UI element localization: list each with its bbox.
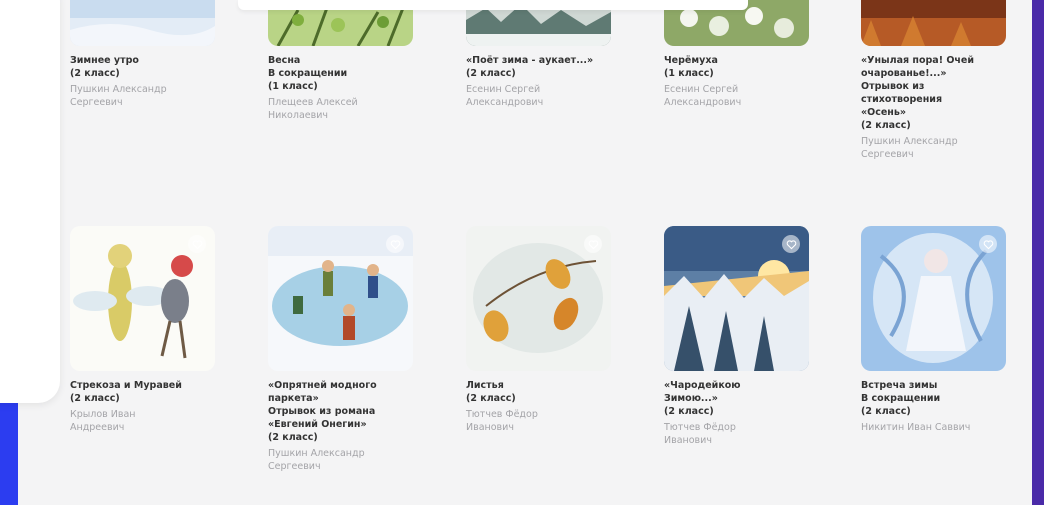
book-card-bird-cherry[interactable]: Черёмуха (1 класс) Есенин Сергей Алексан… [664,0,814,109]
book-title[interactable]: Весна В сокращении (1 класс) [268,54,418,93]
book-cover[interactable] [664,226,809,371]
book-title[interactable]: «Поёт зима - аукает...» (2 класс) [466,54,616,80]
book-title[interactable]: Стрекоза и Муравей (2 класс) [70,379,220,405]
overlay-panel [0,0,60,403]
book-card-leaves[interactable]: Листья (2 класс) Тютчев Фёдор Иванович [466,226,616,434]
book-author: Тютчев Фёдор Иванович [466,409,538,433]
book-author: Крылов Иван Андреевич [70,409,136,433]
favorite-heart-icon[interactable] [979,235,997,253]
book-title[interactable]: «Унылая пора! Очей очарованье!...» Отрыв… [861,54,1011,132]
book-author: Никитин Иван Саввич [861,422,971,433]
book-title[interactable]: Черёмуха (1 класс) [664,54,814,80]
book-cover[interactable] [70,0,215,46]
book-author: Пушкин Александр Сергеевич [70,84,167,108]
book-title[interactable]: «Чародейкою Зимою...» (2 класс) [664,379,814,418]
book-card-enchantress-winter[interactable]: «Чародейкою Зимою...» (2 класс) Тютчев Ф… [664,226,814,447]
overlay-top-panel [238,0,748,10]
book-cover[interactable] [466,226,611,371]
book-card-spring[interactable]: Весна В сокращении (1 класс) Плещеев Але… [268,0,418,122]
book-author: Тютчев Фёдор Иванович [664,422,736,446]
decorative-blue-block [0,398,20,505]
book-cover[interactable] [861,0,1006,46]
book-author: Есенин Сергей Александрович [664,84,742,108]
book-card-autumn[interactable]: «Унылая пора! Очей очарованье!...» Отрыв… [861,0,1011,161]
book-cover[interactable] [861,226,1006,371]
book-title[interactable]: Листья (2 класс) [466,379,616,405]
book-title[interactable]: Встреча зимы В сокращении (2 класс) [861,379,1011,418]
book-title[interactable]: «Опрятней модного паркета» Отрывок из ро… [268,379,418,444]
favorite-heart-icon[interactable] [782,235,800,253]
book-author: Пушкин Александр Сергеевич [268,448,365,472]
book-catalog-grid: Зимнее утро (2 класс) Пушкин Александр С… [18,0,1032,505]
decorative-purple-strip [1032,0,1044,505]
book-card-winter-morning[interactable]: Зимнее утро (2 класс) Пушкин Александр С… [70,0,220,109]
favorite-heart-icon[interactable] [386,235,404,253]
book-card-winter-sings[interactable]: «Поёт зима - аукает...» (2 класс) Есенин… [466,0,616,109]
book-author: Пушкин Александр Сергеевич [861,136,958,160]
book-author: Плещеев Алексей Николаевич [268,97,358,121]
book-cover[interactable] [70,226,215,371]
book-card-dragonfly-ant[interactable]: Стрекоза и Муравей (2 класс) Крылов Иван… [70,226,220,434]
favorite-heart-icon[interactable] [584,235,602,253]
book-cover[interactable] [268,226,413,371]
book-title[interactable]: Зимнее утро (2 класс) [70,54,220,80]
book-card-winter-meeting[interactable]: Встреча зимы В сокращении (2 класс) Ники… [861,226,1011,434]
book-author: Есенин Сергей Александрович [466,84,544,108]
book-card-skating[interactable]: «Опрятней модного паркета» Отрывок из ро… [268,226,418,473]
favorite-heart-icon[interactable] [188,235,206,253]
